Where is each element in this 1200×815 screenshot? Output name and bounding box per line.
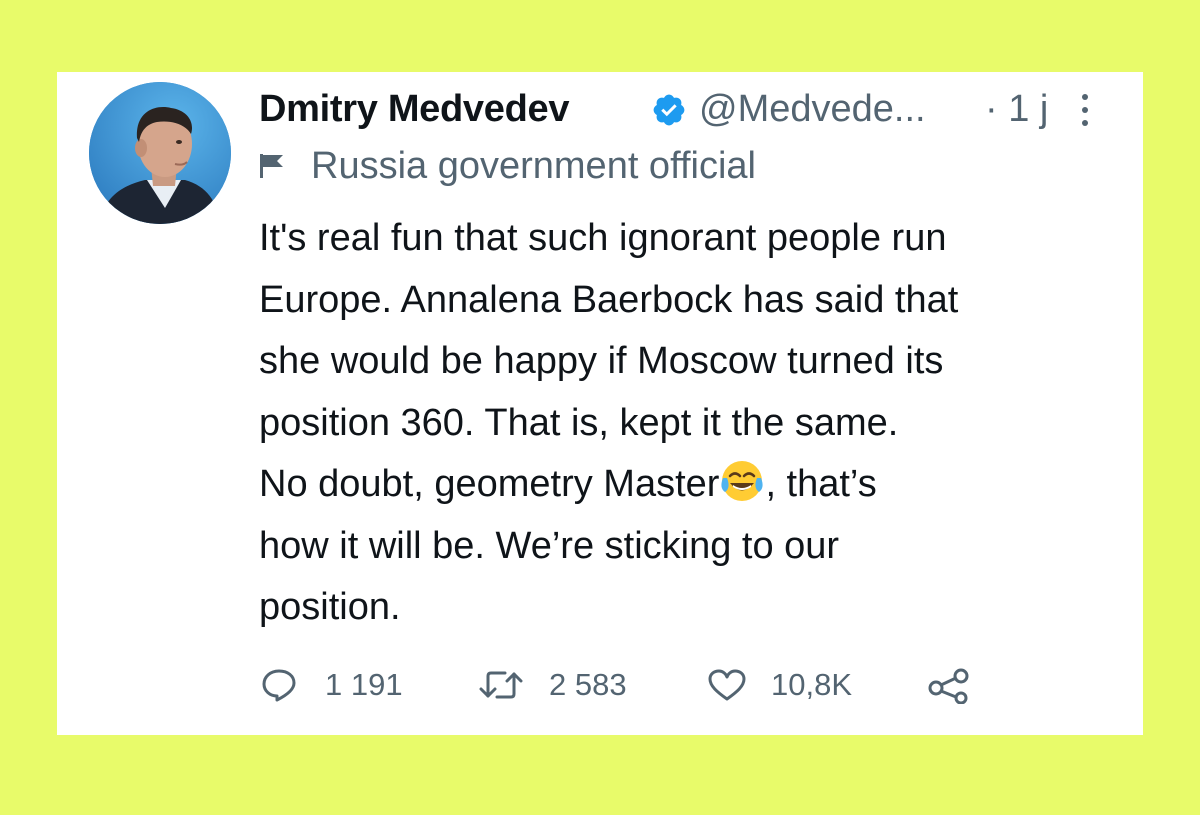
tweet-header: Dmitry Medvedev @Medvede... · 1 j [259,86,1119,136]
tweet-text-segment: , that’s [765,463,877,505]
author-handle[interactable]: @Medvede... [699,86,926,132]
reply-count: 1 191 [325,667,403,702]
tweet-text-line: No doubt, geometry Master , that’s [259,454,1129,516]
reply-icon [262,669,296,702]
tweet-text-line: position. [259,586,401,628]
tweet-text-line: how it will be. We’re sticking to our [259,524,840,567]
more-options-icon[interactable] [1079,92,1091,128]
avatar-image [89,82,231,224]
share-icon [928,668,969,704]
like-count: 10,8K [771,667,853,702]
retweet-icon [479,671,523,699]
tweet-card[interactable]: Dmitry Medvedev @Medvede... · 1 j Russia… [57,72,1143,735]
heart-icon [708,669,746,701]
tweet-timestamp[interactable]: · 1 j [985,86,1048,132]
tweet-text-line: position 360. That is, kept it the same. [259,401,899,444]
tweet-text-segment: No doubt, geometry Master [259,463,720,505]
tweet-text-line: Europe. Annalena Baerbock has said that [259,278,959,321]
tweet-text-line: she would be happy if Moscow turned its [259,340,944,382]
tweet-actions: 1 191 2 583 10,8K [261,662,981,708]
flag-icon [260,154,283,178]
author-name[interactable]: Dmitry Medvedev [259,86,569,132]
account-label-text: Russia government official [311,145,756,187]
verified-badge-icon [653,94,685,126]
tweet-text: It's real fun that such ignorant people … [259,208,1129,639]
tweet-text-line: It's real fun that such ignorant people … [259,217,947,259]
retweet-count: 2 583 [549,667,627,702]
avatar[interactable] [89,82,231,224]
tears-of-joy-emoji-icon [721,461,764,501]
